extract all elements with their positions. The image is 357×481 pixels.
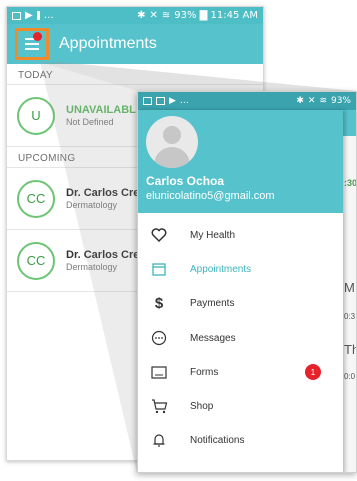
form-icon (150, 363, 168, 381)
mute-icon: ✕ (307, 96, 316, 106)
forms-badge: 1 (305, 364, 321, 381)
drawer-menu: My Health Appointments $ Payments Messag… (138, 213, 343, 458)
peek-text: 0:3 (344, 312, 356, 321)
front-phone-screen: ▶ … ✱ ✕ ≋ 93% :30 M 0:3 Th 0:0 Carlos Oc… (137, 91, 357, 473)
avatar: CC (17, 241, 55, 280)
status-right-text: 93% (330, 96, 351, 106)
menu-item-label: Forms (190, 366, 219, 378)
peek-app-bar (343, 110, 356, 136)
chat-bubble-icon (150, 329, 168, 347)
peek-text: Th (344, 342, 356, 357)
menu-item-label: Shop (190, 401, 214, 413)
play-icon: ▶ (25, 10, 33, 21)
avatar: U (17, 96, 55, 135)
status-left-text: … (179, 96, 189, 106)
background-content-peek: :30 M 0:3 Th 0:0 (343, 110, 357, 472)
profile-avatar[interactable] (146, 116, 198, 168)
wifi-icon: ≋ (319, 96, 327, 106)
appointment-subtitle: Dermatology (66, 200, 118, 210)
appointment-subtitle: Dermatology (66, 262, 118, 272)
appointment-title: Dr. Carlos Cre (66, 249, 140, 261)
peek-text: :30 (344, 178, 357, 188)
menu-button[interactable] (15, 28, 49, 60)
notification-dot (33, 32, 42, 41)
calendar-icon (150, 260, 168, 278)
status-left-text: … (43, 10, 54, 21)
notification-icon (36, 11, 40, 20)
bluetooth-icon: ✱ (296, 96, 304, 106)
peek-text: M (344, 280, 355, 295)
appointment-subtitle: Not Defined (66, 117, 114, 127)
screenshot-icon (12, 11, 21, 20)
bluetooth-icon: ✱ (137, 10, 146, 21)
status-right-text: 93% ▇ 11:45 AM (174, 10, 258, 21)
heart-icon (150, 226, 168, 244)
menu-item-forms[interactable]: Forms 1 (138, 355, 343, 389)
menu-item-label: My Health (190, 229, 236, 241)
menu-item-label: Messages (190, 332, 236, 344)
menu-item-label: Appointments (190, 263, 252, 275)
bell-icon (150, 432, 168, 450)
app-bar: Appointments (7, 24, 263, 64)
dollar-icon: $ (154, 295, 164, 313)
peek-text: 0:0 (344, 372, 356, 381)
menu-item-notifications[interactable]: Notifications (138, 424, 343, 458)
navigation-drawer: Carlos Ochoa elunicolatino5@gmail.com My… (138, 110, 343, 472)
menu-item-payments[interactable]: $ Payments (138, 287, 343, 321)
menu-item-messages[interactable]: Messages (138, 321, 343, 355)
image-icon (156, 97, 165, 105)
status-bar: ▶ … ✱ ✕ ≋ 93% (138, 92, 356, 110)
screenshot-icon (143, 97, 152, 105)
appointment-title: Dr. Carlos Cre (66, 187, 140, 199)
menu-item-appointments[interactable]: Appointments (138, 252, 343, 286)
page-title: Appointments (59, 35, 157, 52)
user-name: Carlos Ochoa (146, 174, 225, 188)
play-icon: ▶ (169, 96, 176, 106)
section-today: TODAY (7, 64, 263, 85)
avatar: CC (17, 179, 55, 218)
drawer-header: Carlos Ochoa elunicolatino5@gmail.com (138, 110, 343, 213)
user-email: elunicolatino5@gmail.com (146, 190, 275, 202)
menu-item-label: Payments (190, 298, 235, 310)
appointment-title: UNAVAILABL (66, 104, 136, 116)
menu-item-my-health[interactable]: My Health (138, 218, 343, 252)
mute-icon: ✕ (149, 10, 158, 21)
cart-icon (150, 398, 168, 416)
menu-item-label: Notifications (190, 435, 245, 447)
wifi-icon: ≋ (161, 10, 171, 21)
menu-item-shop[interactable]: Shop (138, 389, 343, 423)
status-bar: ▶ … ✱ ✕ ≋ 93% ▇ 11:45 AM (7, 7, 263, 24)
